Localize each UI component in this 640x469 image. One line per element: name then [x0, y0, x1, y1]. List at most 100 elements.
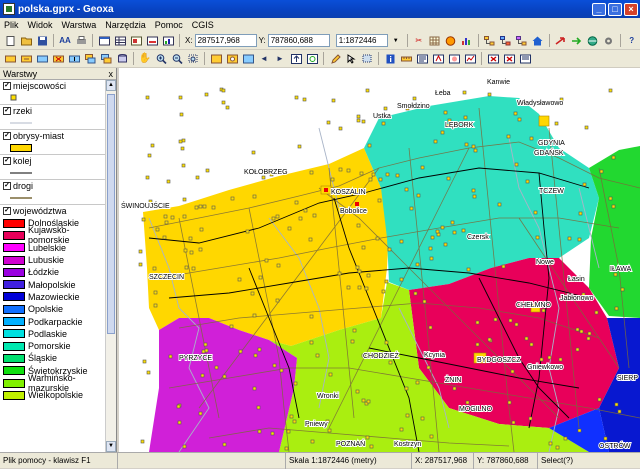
town-marker[interactable]: [409, 206, 414, 211]
town-marker[interactable]: [264, 258, 269, 263]
town-marker[interactable]: [381, 121, 386, 126]
town-marker[interactable]: [162, 235, 167, 240]
town-marker[interactable]: [415, 262, 420, 267]
town-marker[interactable]: [292, 419, 297, 424]
layers-scrollbar[interactable]: ▲ ▼: [105, 80, 116, 452]
town-marker[interactable]: [361, 245, 366, 250]
help-icon[interactable]: ?: [625, 34, 639, 47]
town-marker[interactable]: [378, 177, 383, 182]
town-marker[interactable]: [211, 205, 216, 210]
town-marker[interactable]: [466, 267, 471, 272]
town-marker[interactable]: [575, 347, 580, 352]
town-marker[interactable]: [294, 95, 299, 100]
town-marker[interactable]: [608, 88, 613, 93]
town-marker[interactable]: [577, 237, 582, 242]
town-marker[interactable]: [429, 256, 434, 261]
town-marker[interactable]: [528, 416, 533, 421]
town-marker[interactable]: [287, 226, 292, 231]
town-marker[interactable]: [493, 317, 498, 322]
town-marker[interactable]: [221, 100, 226, 105]
town-marker[interactable]: [357, 269, 362, 274]
town-marker[interactable]: [473, 148, 478, 153]
town-marker[interactable]: [308, 237, 313, 242]
scale-select[interactable]: 1:1872446: [335, 34, 388, 47]
layer-up-icon[interactable]: [67, 52, 81, 65]
town-marker[interactable]: [426, 365, 431, 370]
town-marker[interactable]: [365, 88, 370, 93]
town-marker[interactable]: [395, 173, 400, 178]
town-marker[interactable]: [270, 431, 275, 436]
layer-miejscowosci[interactable]: ✓ miejscowości: [0, 80, 106, 105]
town-marker[interactable]: [472, 194, 477, 199]
layout-icon[interactable]: [129, 34, 143, 47]
layer-checkbox[interactable]: ✓: [3, 207, 11, 215]
town-marker[interactable]: [294, 200, 299, 205]
town-marker[interactable]: [251, 150, 256, 155]
import-icon[interactable]: [570, 34, 584, 47]
town-marker[interactable]: [450, 220, 455, 225]
town-marker[interactable]: [271, 216, 276, 221]
town-marker[interactable]: [365, 435, 370, 440]
town-marker[interactable]: [611, 204, 616, 209]
town-marker[interactable]: [326, 120, 331, 125]
town-marker[interactable]: [446, 176, 451, 181]
town-marker[interactable]: [141, 217, 146, 222]
town-marker[interactable]: [514, 162, 519, 167]
town-marker[interactable]: [352, 328, 357, 333]
town-marker[interactable]: [465, 400, 470, 405]
window-icon[interactable]: [97, 34, 111, 47]
pan-hand-icon[interactable]: ✋: [138, 52, 152, 65]
town-marker[interactable]: [279, 368, 284, 373]
town-marker[interactable]: [178, 95, 183, 100]
town-marker[interactable]: [237, 277, 242, 282]
town-marker[interactable]: [164, 220, 169, 225]
layer-props-icon[interactable]: [35, 52, 49, 65]
town-marker[interactable]: [416, 193, 421, 198]
zoom-window-icon[interactable]: [186, 52, 200, 65]
town-marker[interactable]: [506, 134, 511, 139]
web-map-icon[interactable]: [586, 34, 600, 47]
town-marker[interactable]: [525, 179, 530, 184]
town-marker[interactable]: [327, 428, 332, 433]
zoom-layer-icon[interactable]: [241, 52, 255, 65]
town-marker[interactable]: [563, 436, 568, 441]
town-marker[interactable]: [404, 187, 409, 192]
town-marker[interactable]: [547, 355, 552, 360]
town-marker[interactable]: [620, 287, 625, 292]
edit-pencil-icon[interactable]: [328, 52, 342, 65]
town-marker[interactable]: [252, 194, 257, 199]
layer-checkbox[interactable]: ✓: [3, 182, 11, 190]
town-marker[interactable]: [412, 96, 417, 101]
scroll-up-icon[interactable]: ▲: [106, 80, 116, 91]
layer-drogi[interactable]: ✓ drogi: [0, 180, 106, 205]
town-marker[interactable]: [309, 314, 314, 319]
town-marker[interactable]: [182, 214, 187, 219]
scroll-down-icon[interactable]: ▼: [106, 441, 116, 452]
town-marker[interactable]: [608, 196, 613, 201]
town-marker[interactable]: [548, 441, 553, 446]
town-marker[interactable]: [310, 439, 315, 444]
town-marker[interactable]: [170, 215, 175, 220]
close-button[interactable]: ×: [624, 2, 638, 16]
town-marker[interactable]: [384, 340, 389, 345]
town-marker[interactable]: [331, 98, 336, 103]
town-marker[interactable]: [535, 235, 540, 240]
town-marker[interactable]: [359, 171, 364, 176]
town-marker[interactable]: [177, 420, 182, 425]
open-folder-icon[interactable]: [19, 34, 33, 47]
town-marker[interactable]: [155, 227, 160, 232]
chevron-down-icon[interactable]: ▼: [389, 34, 403, 47]
town-marker[interactable]: [229, 324, 234, 329]
town-marker[interactable]: [440, 130, 445, 135]
town-marker[interactable]: [471, 188, 476, 193]
town-marker[interactable]: [275, 214, 280, 219]
town-marker[interactable]: [377, 198, 382, 203]
town-marker[interactable]: [302, 97, 307, 102]
town-marker[interactable]: [284, 446, 289, 451]
town-marker[interactable]: [256, 405, 261, 410]
town-marker[interactable]: [533, 210, 538, 215]
town-marker[interactable]: [252, 386, 257, 391]
town-marker[interactable]: [487, 92, 492, 97]
scroll-thumb[interactable]: [107, 94, 115, 334]
town-marker[interactable]: [433, 139, 438, 144]
